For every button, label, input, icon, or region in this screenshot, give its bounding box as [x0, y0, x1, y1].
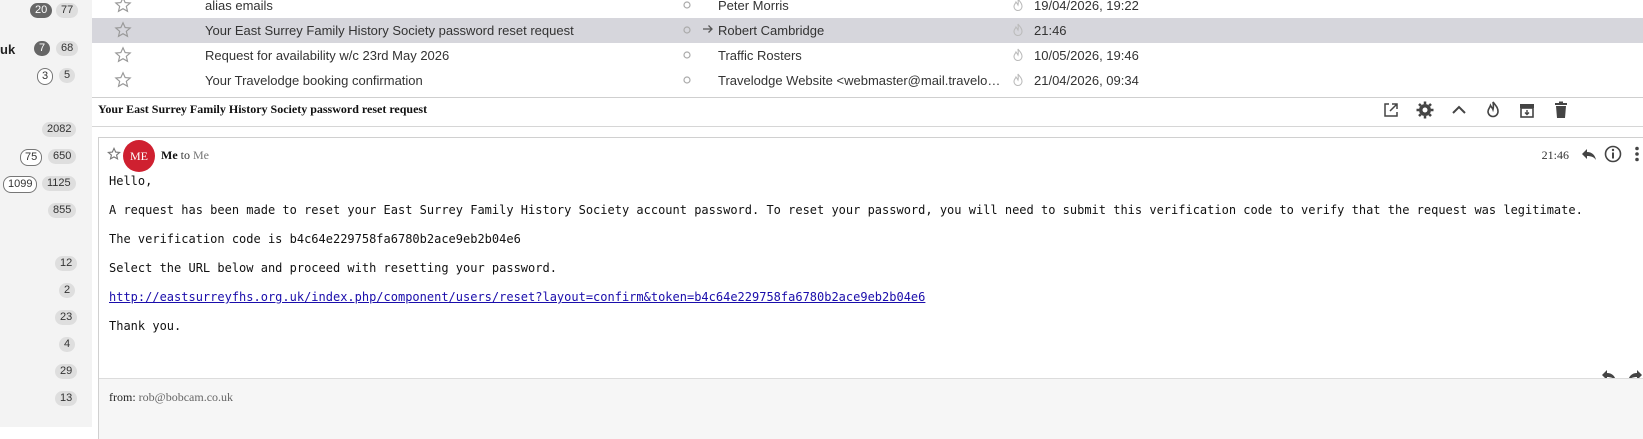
body-paragraph: Select the URL below and proceed with re…: [109, 261, 557, 275]
junk-status-icon[interactable]: [1010, 0, 1026, 13]
total-count-badge: 23: [55, 310, 78, 325]
unread-count-badge: 7: [34, 41, 51, 56]
unread-count-badge: 20: [30, 3, 53, 18]
message-from: Robert Cambridge: [718, 23, 825, 38]
message-date: 10/05/2026, 19:46: [1034, 48, 1139, 63]
message-from: Traffic Rosters: [718, 48, 802, 63]
read-status-icon[interactable]: [682, 25, 692, 35]
message-details-footer: from: rob@bobcam.co.uk: [99, 378, 1643, 439]
avatar: ME: [123, 140, 155, 172]
open-in-new-window-icon[interactable]: [1381, 100, 1401, 120]
unread-count-badge: 75: [20, 149, 43, 166]
star-icon[interactable]: [114, 21, 132, 39]
message-row[interactable]: Request for availability w/c 23rd May 20…: [92, 43, 1643, 68]
folder-row[interactable]: 2: [0, 281, 92, 301]
from-line: from: rob@bobcam.co.uk: [109, 390, 233, 405]
folder-row[interactable]: 4: [0, 335, 92, 355]
junk-status-icon[interactable]: [1010, 47, 1026, 63]
star-icon[interactable]: [114, 71, 132, 89]
greeting-text: Hello,: [109, 174, 153, 188]
total-count-badge: 29: [55, 364, 78, 379]
message-list: alias emails Peter Morris 19/04/2026, 19…: [92, 0, 1643, 98]
info-icon[interactable]: [1603, 144, 1623, 164]
message-from: Peter Morris: [718, 0, 789, 13]
message-subject: Your East Surrey Family History Society …: [205, 23, 574, 38]
message-viewer: Your East Surrey Family History Society …: [92, 98, 1643, 439]
folder-row[interactable]: 13: [0, 389, 92, 409]
archive-icon[interactable]: [1517, 100, 1537, 120]
star-icon[interactable]: [114, 46, 132, 64]
read-status-icon[interactable]: [682, 75, 692, 85]
reset-password-link[interactable]: http://eastsurreyfhs.org.uk/index.php/co…: [109, 290, 925, 304]
total-count-badge: 68: [56, 41, 79, 56]
recipient-name[interactable]: Me: [193, 148, 209, 162]
star-icon[interactable]: [107, 147, 121, 161]
total-count-badge: 2: [59, 283, 76, 298]
junk-status-icon[interactable]: [1010, 22, 1026, 38]
message-row[interactable]: alias emails Peter Morris 19/04/2026, 19…: [92, 0, 1643, 18]
folder-row[interactable]: 23: [0, 308, 92, 328]
folder-row[interactable]: 2082: [0, 120, 92, 140]
message-view-title: Your East Surrey Family History Society …: [98, 102, 428, 116]
folder-row[interactable]: 855: [0, 201, 92, 221]
settings-icon[interactable]: [1415, 100, 1435, 120]
unread-count-badge: 3: [37, 68, 54, 85]
collapse-icon[interactable]: [1449, 100, 1469, 120]
message-subject: Request for availability w/c 23rd May 20…: [205, 48, 450, 63]
folder-sidebar: 20 77 uk 7 68 3 5 2082 75 650 1099 1125 …: [0, 0, 93, 427]
more-options-icon[interactable]: [1627, 144, 1643, 164]
total-count-badge: 77: [56, 3, 79, 18]
total-count-badge: 12: [55, 256, 78, 271]
total-count-badge: 1125: [42, 176, 76, 191]
message-card: ME Me to Me 21:46 Hello, A request has b…: [98, 137, 1643, 439]
total-count-badge: 2082: [42, 122, 77, 137]
total-count-badge: 855: [48, 203, 77, 218]
message-date: 21:46: [1034, 23, 1067, 38]
delete-icon[interactable]: [1551, 100, 1571, 120]
folder-row[interactable]: 20 77: [0, 0, 92, 20]
folder-row[interactable]: uk 7 68: [0, 39, 92, 59]
folder-row[interactable]: 75 650: [0, 147, 92, 167]
message-from: Travelodge Website <webmaster@mail.trave…: [718, 73, 1004, 88]
total-count-badge: 4: [59, 337, 76, 352]
read-status-icon[interactable]: [682, 0, 692, 10]
sender-name[interactable]: Me: [161, 148, 178, 162]
folder-name: uk: [0, 42, 16, 57]
total-count-badge: 13: [55, 391, 78, 406]
folder-row[interactable]: 3 5: [0, 66, 92, 86]
star-icon[interactable]: [114, 0, 132, 14]
from-address[interactable]: rob@bobcam.co.uk: [139, 390, 233, 404]
folder-row[interactable]: 29: [0, 362, 92, 382]
message-row-selected[interactable]: Your East Surrey Family History Society …: [92, 18, 1643, 43]
junk-icon[interactable]: [1483, 100, 1503, 120]
total-count-badge: 650: [48, 149, 77, 164]
folder-row[interactable]: 12: [0, 254, 92, 274]
message-date: 21/04/2026, 09:34: [1034, 73, 1139, 88]
body-paragraph: A request has been made to reset your Ea…: [109, 203, 1583, 217]
message-date: 19/04/2026, 19:22: [1034, 0, 1139, 13]
closing-text: Thank you.: [109, 319, 182, 333]
unread-count-badge: 1099: [3, 176, 38, 193]
folder-row[interactable]: 1099 1125: [0, 174, 92, 194]
junk-status-icon[interactable]: [1010, 72, 1026, 88]
to-label: to: [180, 148, 190, 162]
total-count-badge: 5: [59, 68, 76, 83]
read-status-icon[interactable]: [682, 50, 692, 60]
message-subject: Your Travelodge booking confirmation: [205, 73, 423, 88]
reply-icon[interactable]: [1579, 144, 1599, 164]
message-time: 21:46: [1541, 148, 1569, 162]
verification-code-text: The verification code is b4c64e229758fa6…: [109, 232, 521, 246]
message-subject: alias emails: [205, 0, 273, 13]
from-label: from:: [109, 390, 136, 404]
forwarded-arrow-icon: [703, 25, 713, 33]
sender-line: Me to Me: [161, 148, 209, 163]
message-row[interactable]: Your Travelodge booking confirmation Tra…: [92, 68, 1643, 93]
toolbar-divider: [92, 126, 1643, 127]
